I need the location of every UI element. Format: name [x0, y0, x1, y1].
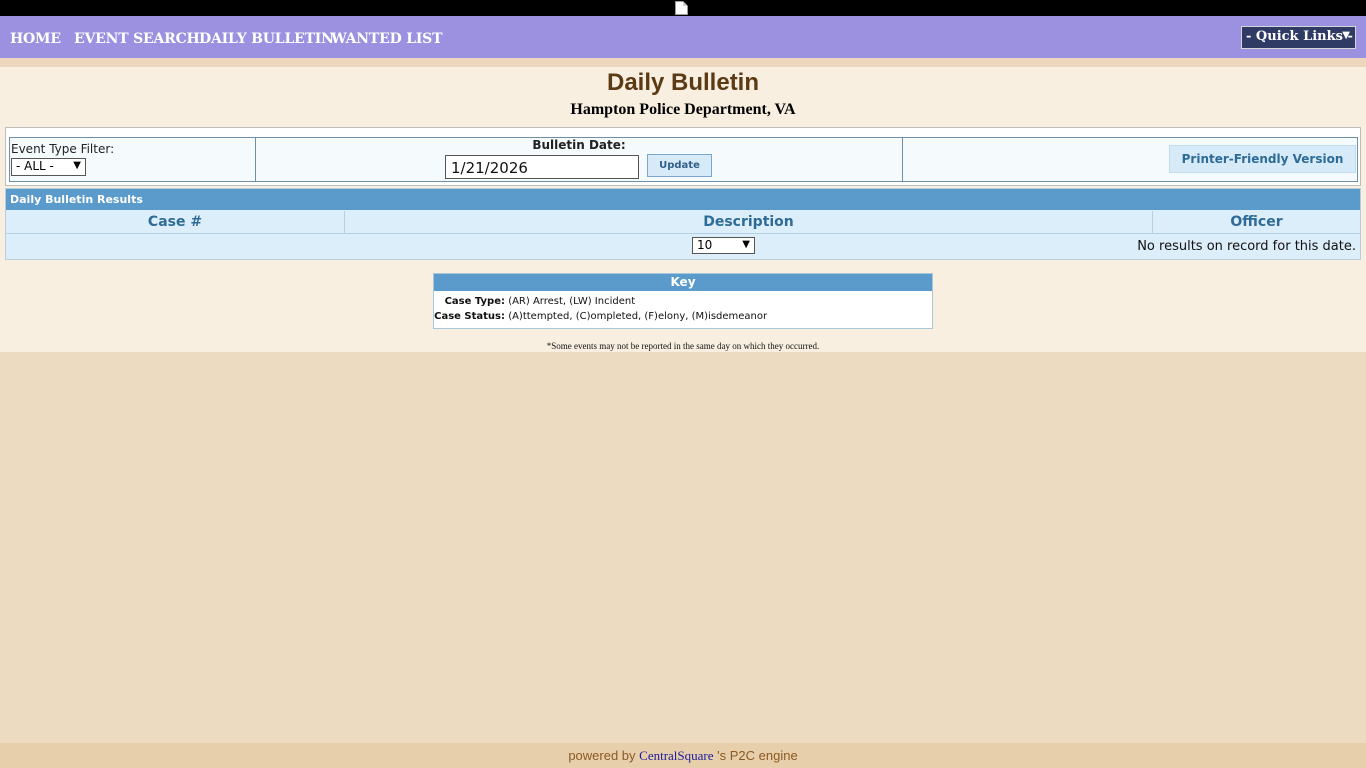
chevron-down-icon: ▼	[742, 239, 750, 250]
column-header-description[interactable]: Description	[345, 211, 1153, 234]
quick-links-label: - Quick Links -	[1246, 29, 1353, 44]
footnote: *Some events may not be reported in the …	[546, 341, 820, 351]
chevron-down-icon: ▼	[73, 160, 81, 171]
column-header-case[interactable]: Case #	[6, 211, 345, 234]
quick-links-select[interactable]: - Quick Links - ▼	[1241, 26, 1356, 49]
key-definition: (AR) Arrest, (LW) Incident	[508, 296, 636, 307]
page-subtitle: Hampton Police Department, VA	[570, 101, 796, 118]
top-banner	[0, 0, 1366, 16]
printer-cell: Printer-Friendly Version	[902, 137, 1358, 182]
key-definition: (A)ttempted, (C)ompleted, (F)elony, (M)i…	[508, 311, 768, 322]
nav-divider	[0, 58, 1366, 67]
event-type-cell: Event Type Filter: - ALL - ▼	[9, 137, 256, 182]
results-table: Daily Bulletin Results Case # Descriptio…	[5, 188, 1361, 260]
nav-event-search-link[interactable]: EVENT SEARCH	[74, 31, 200, 47]
main-content: Daily Bulletin Hampton Police Department…	[0, 67, 1366, 352]
bulletin-date-input[interactable]: 1/21/2026	[445, 155, 639, 179]
legend-key: Key Case Type: (AR) Arrest, (LW) Inciden…	[433, 273, 933, 329]
event-type-label: Event Type Filter:	[11, 142, 115, 156]
column-header-officer[interactable]: Officer	[1153, 211, 1360, 234]
page-size-value: 10	[697, 238, 713, 252]
page-title: Daily Bulletin	[606, 69, 760, 96]
footer-suffix: 's P2C engine	[713, 748, 798, 763]
update-button[interactable]: Update	[647, 154, 712, 177]
footer: powered by CentralSquare 's P2C engine	[0, 743, 1366, 768]
chevron-down-icon: ▼	[1342, 30, 1350, 41]
key-row: Case Type: (AR) Arrest, (LW) Incident	[434, 296, 636, 307]
broken-image-icon	[675, 1, 691, 15]
bulletin-date-label: Bulletin Date:	[532, 138, 626, 152]
nav-home-link[interactable]: HOME	[10, 31, 61, 47]
nav-wanted-list-link[interactable]: WANTED LIST	[331, 31, 443, 47]
footer-prefix: powered by	[568, 748, 636, 763]
key-title: Key	[434, 274, 932, 291]
event-type-selected: - ALL -	[16, 159, 54, 173]
bulletin-date-cell: Bulletin Date: 1/21/2026 Update	[255, 137, 903, 182]
page-size-select[interactable]: 10 ▼	[692, 237, 755, 254]
filter-panel: Event Type Filter: - ALL - ▼ Bulletin Da…	[5, 127, 1361, 186]
empty-results-message: No results on record for this date.	[1137, 239, 1356, 254]
printer-friendly-button[interactable]: Printer-Friendly Version	[1169, 145, 1356, 173]
event-type-select[interactable]: - ALL - ▼	[11, 158, 86, 176]
main-nav: HOME EVENT SEARCH DAILY BULLETIN WANTED …	[0, 16, 1366, 58]
key-term: Case Type:	[444, 296, 505, 307]
nav-daily-bulletin-link[interactable]: DAILY BULLETIN	[199, 31, 334, 47]
key-term: Case Status:	[434, 311, 505, 322]
results-header: Daily Bulletin Results	[6, 189, 1360, 210]
centralsquare-link[interactable]: CentralSquare	[639, 748, 713, 763]
key-row: Case Status: (A)ttempted, (C)ompleted, (…	[434, 311, 767, 322]
